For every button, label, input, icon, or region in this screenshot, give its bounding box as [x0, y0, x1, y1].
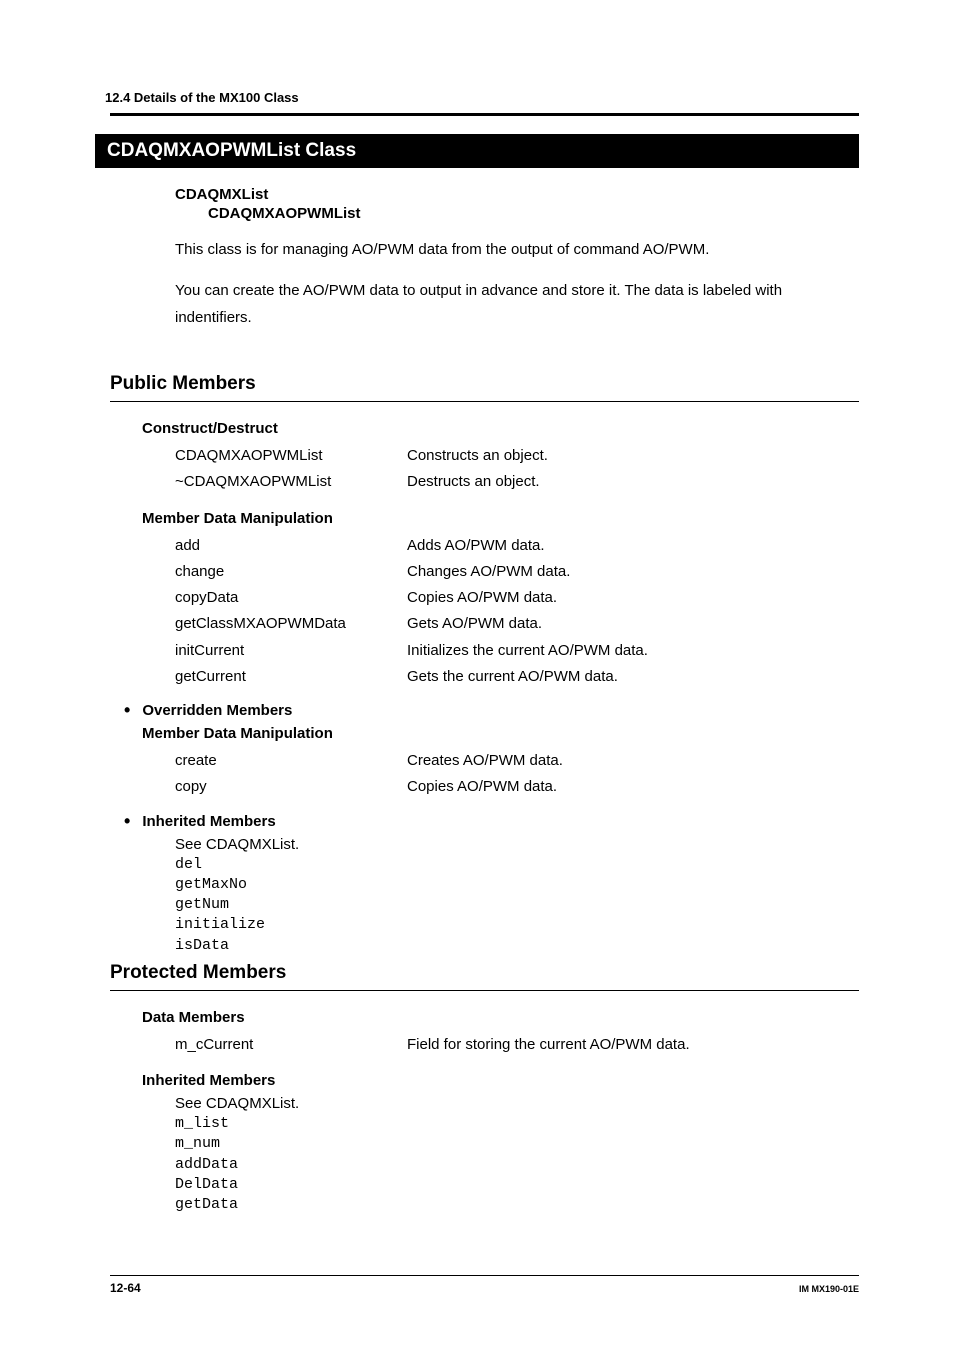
member-row: CDAQMXAOPWMList Constructs an object. [175, 443, 859, 469]
member-name: initCurrent [175, 638, 407, 664]
hierarchy-child: CDAQMXAOPWMList [208, 205, 859, 222]
member-desc: Initializes the current AO/PWM data. [407, 638, 859, 664]
overridden-sub-heading: Member Data Manipulation [142, 725, 859, 742]
overridden-heading: Overridden Members [142, 700, 859, 721]
member-row: change Changes AO/PWM data. [175, 559, 859, 585]
doc-id: IM MX190-01E [799, 1284, 859, 1294]
code-item: addData [175, 1155, 859, 1175]
code-item: m_num [175, 1134, 859, 1154]
data-members-heading: Data Members [142, 1009, 859, 1026]
member-desc: Gets AO/PWM data. [407, 611, 859, 637]
member-row: create Creates AO/PWM data. [175, 748, 859, 774]
member-name: m_cCurrent [175, 1032, 407, 1058]
member-name: change [175, 559, 407, 585]
construct-heading: Construct/Destruct [142, 420, 859, 437]
member-row: ~CDAQMXAOPWMList Destructs an object. [175, 469, 859, 495]
code-item: isData [175, 936, 859, 956]
hierarchy-parent: CDAQMXList [175, 186, 859, 203]
member-row: getCurrent Gets the current AO/PWM data. [175, 664, 859, 690]
member-desc: Destructs an object. [407, 469, 859, 495]
footer-rule [110, 1275, 859, 1276]
code-item: DelData [175, 1175, 859, 1195]
code-item: del [175, 855, 859, 875]
member-row: getClassMXAOPWMData Gets AO/PWM data. [175, 611, 859, 637]
member-desc: Creates AO/PWM data. [407, 748, 859, 774]
member-desc: Copies AO/PWM data. [407, 585, 859, 611]
inherited-note-2: See CDAQMXList. [175, 1095, 859, 1112]
code-item: getMaxNo [175, 875, 859, 895]
inherited-heading: Inherited Members [142, 811, 859, 832]
member-desc: Field for storing the current AO/PWM dat… [407, 1032, 859, 1058]
member-name: copyData [175, 585, 407, 611]
page-number: 12-64 [110, 1281, 141, 1295]
class-description-1: This class is for managing AO/PWM data f… [175, 236, 859, 263]
code-item: getNum [175, 895, 859, 915]
class-title: CDAQMXAOPWMList Class [95, 134, 859, 168]
code-item: m_list [175, 1114, 859, 1134]
protected-members-heading: Protected Members [110, 962, 859, 984]
member-name: add [175, 533, 407, 559]
public-members-heading: Public Members [110, 373, 859, 395]
member-desc: Copies AO/PWM data. [407, 774, 859, 800]
code-item: getData [175, 1195, 859, 1215]
member-row: initCurrent Initializes the current AO/P… [175, 638, 859, 664]
section-rule [110, 401, 859, 402]
member-desc: Constructs an object. [407, 443, 859, 469]
member-data-heading: Member Data Manipulation [142, 510, 859, 527]
member-row: copy Copies AO/PWM data. [175, 774, 859, 800]
member-name: copy [175, 774, 407, 800]
member-desc: Changes AO/PWM data. [407, 559, 859, 585]
member-name: ~CDAQMXAOPWMList [175, 469, 407, 495]
inherited-note: See CDAQMXList. [175, 836, 859, 853]
code-item: initialize [175, 915, 859, 935]
class-description-2: You can create the AO/PWM data to output… [175, 277, 859, 331]
running-header: 12.4 Details of the MX100 Class [105, 90, 859, 105]
member-row: add Adds AO/PWM data. [175, 533, 859, 559]
section-rule [110, 990, 859, 991]
header-rule [110, 113, 859, 116]
footer: 12-64 IM MX190-01E [110, 1275, 859, 1295]
member-desc: Gets the current AO/PWM data. [407, 664, 859, 690]
member-name: getClassMXAOPWMData [175, 611, 407, 637]
inherited-heading-2: Inherited Members [142, 1072, 859, 1089]
member-name: getCurrent [175, 664, 407, 690]
member-name: create [175, 748, 407, 774]
member-desc: Adds AO/PWM data. [407, 533, 859, 559]
member-row: copyData Copies AO/PWM data. [175, 585, 859, 611]
member-name: CDAQMXAOPWMList [175, 443, 407, 469]
member-row: m_cCurrent Field for storing the current… [175, 1032, 859, 1058]
